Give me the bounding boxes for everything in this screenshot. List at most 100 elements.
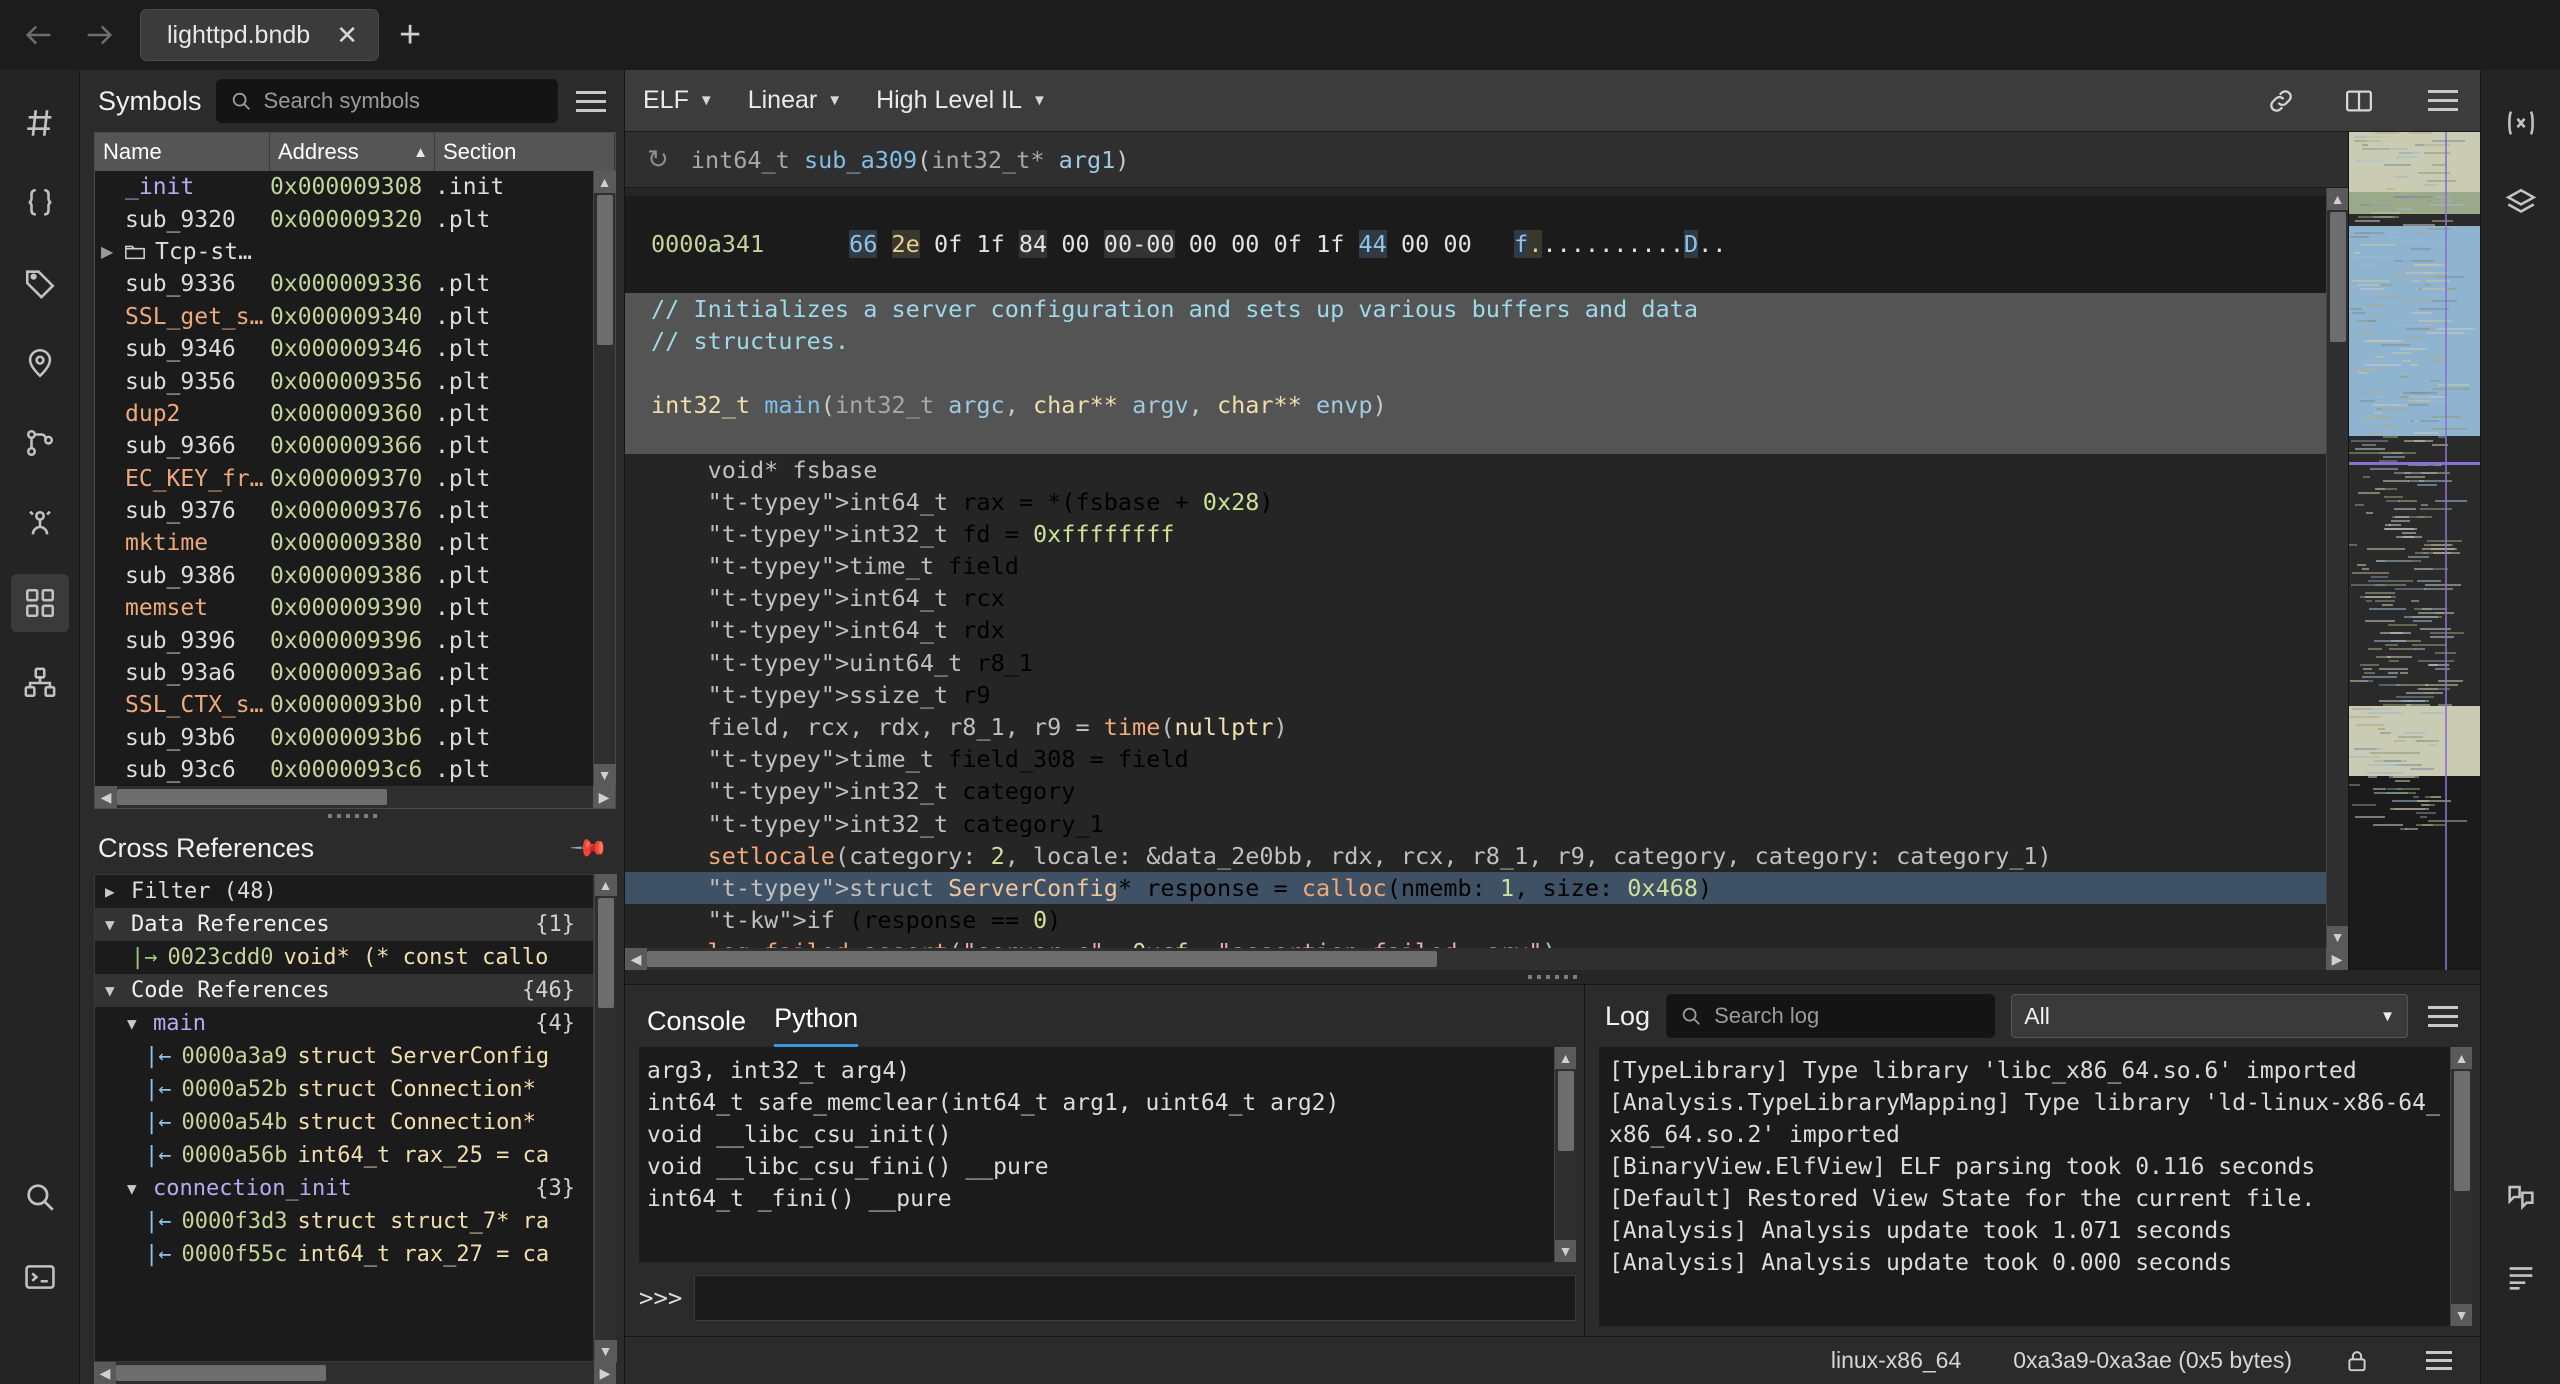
search-log-input[interactable]: Search log <box>1666 994 1995 1038</box>
scroll-up-arrow[interactable]: ▲ <box>1555 1047 1577 1069</box>
table-row[interactable]: _init0x000009308.init <box>95 171 593 203</box>
variables-x-icon[interactable] <box>2492 94 2550 152</box>
code-horizontal-scrollbar[interactable]: ◀ ▶ <box>625 948 2348 970</box>
chevron-down-icon[interactable]: ▼ <box>127 1014 143 1033</box>
xrefs-horizontal-scrollbar[interactable]: ◀ ▶ <box>94 1362 616 1384</box>
variables-icon[interactable] <box>11 494 69 552</box>
table-row[interactable]: sub_93c60x0000093c6.plt <box>95 754 593 786</box>
table-row[interactable]: EC_KEY_fr…0x000009370.plt <box>95 463 593 495</box>
scroll-down-arrow[interactable]: ▼ <box>1555 1240 1577 1262</box>
scroll-down-arrow[interactable]: ▼ <box>595 1340 617 1362</box>
xrefs-group-header[interactable]: ▼Code References{46} <box>95 974 593 1007</box>
code-line[interactable]: setlocale(category: 2, locale: &data_2e0… <box>625 840 2326 872</box>
log-level-filter-dropdown[interactable]: All ▼ <box>2011 994 2408 1038</box>
search-symbols-input[interactable]: Search symbols <box>216 79 558 123</box>
symbols-vertical-scrollbar[interactable]: ▲ ▼ <box>593 171 615 786</box>
memory-map-icon[interactable] <box>11 334 69 392</box>
hlil-code-view[interactable]: 0000a341 66 2e 0f 1f 84 00 00-00 00 00 0… <box>625 188 2326 948</box>
types-braces-icon[interactable] <box>11 174 69 232</box>
triage-icon[interactable] <box>11 654 69 712</box>
console-output-area[interactable]: arg3, int32_t arg4) int64_t safe_memclea… <box>639 1047 1576 1262</box>
table-row[interactable]: mktime0x000009380.plt <box>95 527 593 559</box>
search-icon[interactable] <box>11 1168 69 1226</box>
code-line[interactable]: "t-typey">int64_t rcx <box>625 582 2326 614</box>
code-line[interactable] <box>625 357 2326 389</box>
code-line[interactable] <box>625 196 2326 228</box>
pin-icon[interactable]: 📌 <box>568 828 610 870</box>
code-line[interactable]: "t-typey">time_t field_308 = field <box>625 743 2326 775</box>
xrefs-vertical-scrollbar[interactable]: ▲ ▼ <box>594 874 616 1362</box>
scroll-thumb[interactable] <box>2454 1071 2470 1191</box>
h-scroll-track[interactable] <box>647 948 2326 970</box>
components-icon[interactable] <box>11 574 69 632</box>
table-row[interactable]: SSL_get_s…0x000009340.plt <box>95 301 593 333</box>
chevron-down-icon[interactable]: ▼ <box>127 1179 143 1198</box>
code-line[interactable]: "t-typey">time_t field <box>625 550 2326 582</box>
table-row[interactable]: ▶Tcp-st… <box>95 236 593 268</box>
scroll-right-arrow[interactable]: ▶ <box>594 1362 616 1384</box>
il-level-dropdown[interactable]: High Level IL ▼ <box>876 86 1047 115</box>
table-row[interactable]: sub_93560x000009356.plt <box>95 365 593 397</box>
scroll-down-arrow[interactable]: ▼ <box>2451 1304 2473 1326</box>
code-line[interactable]: "t-typey">uint64_t r8_1 <box>625 647 2326 679</box>
symbols-table-body[interactable]: _init0x000009308.initsub_93200x000009320… <box>95 171 593 786</box>
scroll-down-arrow[interactable]: ▼ <box>2327 926 2349 948</box>
table-row[interactable]: sub_93960x000009396.plt <box>95 624 593 656</box>
xrefs-function-header[interactable]: ▼main{4} <box>95 1007 593 1040</box>
minimap-cursor[interactable] <box>2349 462 2480 465</box>
strings-icon[interactable] <box>11 414 69 472</box>
table-row[interactable]: sub_93660x000009366.plt <box>95 430 593 462</box>
tab-python[interactable]: Python <box>774 1003 858 1047</box>
code-line[interactable]: // structures. <box>625 325 2326 357</box>
scroll-up-arrow[interactable]: ▲ <box>2327 188 2349 210</box>
table-row[interactable]: sub_93760x000009376.plt <box>95 495 593 527</box>
code-line[interactable] <box>625 260 2326 292</box>
xrefs-item[interactable]: |←0000a54bstruct Connection* <box>95 1106 593 1139</box>
xrefs-item[interactable]: |→0023cdd0void* (* const callo <box>95 941 593 974</box>
console-vertical-scrollbar[interactable]: ▲ ▼ <box>1554 1047 1576 1262</box>
table-row[interactable]: sub_93a60x0000093a6.plt <box>95 657 593 689</box>
code-line[interactable] <box>625 421 2326 453</box>
column-header-address[interactable]: Address ▲ <box>270 133 435 171</box>
tab-console[interactable]: Console <box>647 1006 746 1047</box>
back-button[interactable] <box>12 8 66 62</box>
link-icon[interactable] <box>2266 86 2296 116</box>
scroll-left-arrow[interactable]: ◀ <box>625 948 647 970</box>
h-scroll-track[interactable] <box>116 1362 594 1384</box>
xrefs-item[interactable]: |←0000f55cint64_t rax_27 = ca <box>95 1238 593 1271</box>
symbols-options-menu-icon[interactable] <box>572 87 610 116</box>
scroll-left-arrow[interactable]: ◀ <box>94 1362 116 1384</box>
table-row[interactable]: sub_93460x000009346.plt <box>95 333 593 365</box>
table-row[interactable]: memset0x000009390.plt <box>95 592 593 624</box>
split-pane-icon[interactable] <box>2344 86 2374 116</box>
code-line[interactable]: void* fsbase <box>625 454 2326 486</box>
chevron-down-icon[interactable]: ▼ <box>105 981 121 1000</box>
layout-dropdown[interactable]: Linear ▼ <box>748 86 842 115</box>
xrefs-filter-row[interactable]: ▶Filter (48) <box>95 875 593 908</box>
column-header-section[interactable]: Section <box>435 133 615 171</box>
chevron-right-icon[interactable]: ▶ <box>105 882 121 901</box>
code-line[interactable]: "t-typey">int32_t category_1 <box>625 808 2326 840</box>
scroll-up-arrow[interactable]: ▲ <box>595 874 617 896</box>
code-line[interactable]: "t-typey">int32_t fd = 0xffffffff <box>625 518 2326 550</box>
code-line[interactable]: "t-typey">int64_t rdx <box>625 614 2326 646</box>
scroll-down-arrow[interactable]: ▼ <box>594 764 616 786</box>
console-input[interactable] <box>694 1275 1576 1321</box>
xrefs-item[interactable]: |←0000a52bstruct Connection* <box>95 1073 593 1106</box>
scroll-thumb[interactable] <box>598 898 614 1008</box>
code-line[interactable]: "t-typey">ssize_t r9 <box>625 679 2326 711</box>
table-row[interactable]: dup20x000009360.plt <box>95 398 593 430</box>
chevron-right-icon[interactable]: ▶ <box>101 242 115 262</box>
scroll-thumb[interactable] <box>2330 212 2346 342</box>
log-vertical-scrollbar[interactable]: ▲ ▼ <box>2450 1047 2472 1326</box>
code-line[interactable]: log_failed_assert("server.c", 0xcf, "ass… <box>625 936 2326 948</box>
symbols-hash-icon[interactable] <box>11 94 69 152</box>
table-row[interactable]: sub_93360x000009336.plt <box>95 268 593 300</box>
h-scroll-thumb[interactable] <box>116 1365 326 1381</box>
column-header-name[interactable]: Name <box>95 133 270 171</box>
code-line[interactable]: "t-typey">int32_t category <box>625 775 2326 807</box>
log-lines-icon[interactable] <box>2492 1248 2550 1306</box>
log-options-menu-icon[interactable] <box>2424 1002 2462 1031</box>
view-options-menu-icon[interactable] <box>2424 86 2462 115</box>
xrefs-function-header[interactable]: ▼connection_init{3} <box>95 1172 593 1205</box>
